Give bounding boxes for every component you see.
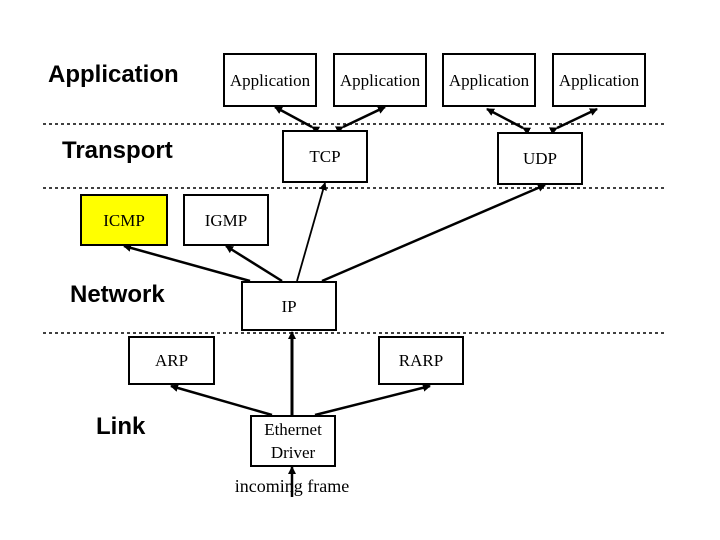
rarp-box: RARP	[378, 336, 464, 385]
arrow-ethernet-rarp	[314, 383, 431, 417]
ip-box: IP	[241, 281, 337, 331]
arrow-ip-tcp	[296, 182, 327, 282]
application-box-3: Application	[442, 53, 536, 107]
driver-label: Driver	[270, 443, 316, 462]
arrow-tcp-app1	[274, 105, 321, 134]
igmp-box: IGMP	[183, 194, 269, 246]
arp-box: ARP	[128, 336, 215, 385]
application-box-4: Application	[552, 53, 646, 107]
ethernet-label: Ethernet	[264, 420, 322, 439]
application-box-2: Application	[333, 53, 427, 107]
tcp-box: TCP	[282, 130, 368, 183]
arrow-ip-udp	[321, 183, 546, 283]
udp-box: UDP	[497, 132, 583, 185]
layer-label-network: Network	[70, 281, 165, 308]
layer-label-application: Application	[48, 61, 179, 88]
ethernet-driver-box: Ethernet Driver	[250, 415, 336, 467]
application-box-1: Application	[223, 53, 317, 107]
arrow-ip-icmp	[123, 244, 251, 283]
layer-label-link: Link	[96, 413, 146, 440]
arrow-udp-app4	[548, 107, 598, 135]
layer-label-transport: Transport	[62, 137, 173, 164]
tcpip-diagram: Application Transport Network Link Appli…	[0, 0, 720, 540]
icmp-box: ICMP	[80, 194, 168, 246]
arrow-ethernet-arp	[170, 384, 273, 417]
incoming-frame-label: incoming frame	[234, 476, 350, 496]
arrow-udp-app3	[486, 107, 532, 135]
